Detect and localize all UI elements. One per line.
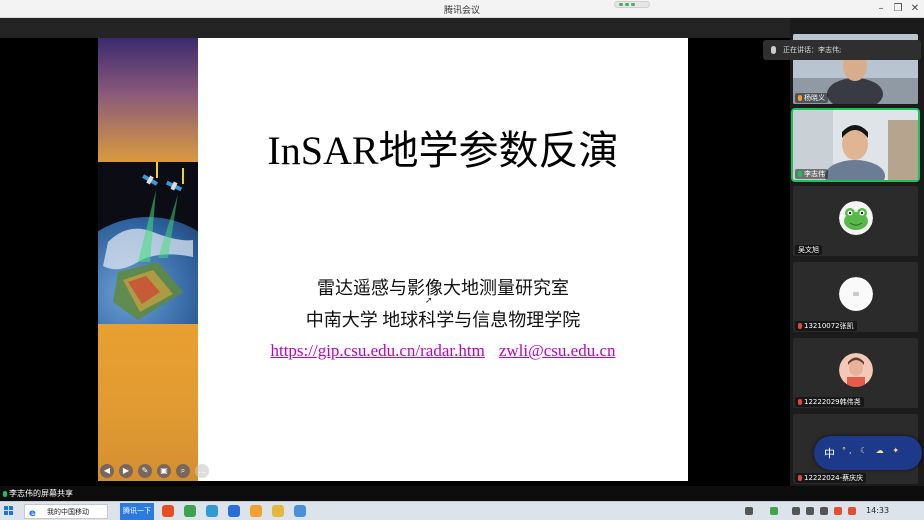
title-bar: 腾讯会议 – ❐ ✕ xyxy=(0,0,924,18)
tencent-meeting-icon[interactable] xyxy=(250,505,262,517)
prev-slide-button[interactable]: ◀ xyxy=(100,464,114,478)
satellite-earth-image xyxy=(98,162,198,407)
restore-button[interactable]: ❐ xyxy=(891,2,905,16)
slide-title: InSAR地学参数反演 xyxy=(267,128,619,173)
speaking-indicator: 正在讲话：李志伟; xyxy=(763,40,921,60)
network-indicator[interactable] xyxy=(614,1,650,8)
participant-panel: 杨晓义 李志伟 吴文旭 13210072张凯 12222029韩伟尧 12222… xyxy=(790,18,924,486)
speaking-text: 正在讲话：李志伟; xyxy=(783,46,842,54)
tray-icon[interactable] xyxy=(820,507,828,515)
folder-icon[interactable] xyxy=(272,505,284,517)
app-icon[interactable] xyxy=(206,505,218,517)
participant-name: 12222029韩伟尧 xyxy=(795,397,864,407)
browser-icon[interactable] xyxy=(184,505,196,517)
participant-name: 李志伟 xyxy=(795,169,828,179)
taskbar-ie-app[interactable]: e 我的中国移动 xyxy=(24,504,108,519)
share-status-bar: 李志伟的屏幕共享 xyxy=(0,486,924,501)
taskbar: e 我的中国移动 腾讯一下 14:33 xyxy=(0,501,924,520)
ime-toolbar[interactable]: 中 °, ☾ ☁ ✦ xyxy=(814,436,922,470)
tray-icon[interactable] xyxy=(806,507,814,515)
website-link[interactable]: https://gip.csu.edu.cn/radar.htm xyxy=(270,341,484,360)
participant-tile-speaking[interactable]: 李志伟 xyxy=(791,108,920,182)
tray-icon[interactable] xyxy=(848,507,856,515)
participant-name: 吴文旭 xyxy=(795,245,822,255)
slide-university: 中南大学 地球科学与信息物理学院 xyxy=(305,310,581,330)
slide-links: https://gip.csu.edu.cn/radar.htm zwli@csu… xyxy=(198,341,688,361)
app-window: 腾讯会议 – ❐ ✕ InSAR地学参数反演 雷达遥感与影像大地测量研究室 中南… xyxy=(0,0,924,520)
mouse-cursor-icon: ➚ xyxy=(425,296,433,306)
participant-name: 杨晓义 xyxy=(795,93,828,103)
ie-icon: e xyxy=(29,508,36,519)
frog-avatar-icon xyxy=(839,201,873,235)
slide-decoration xyxy=(98,38,198,481)
shared-slide: InSAR地学参数反演 雷达遥感与影像大地测量研究室 中南大学 地球科学与信息物… xyxy=(98,38,688,481)
tray-icon[interactable] xyxy=(792,507,800,515)
ime-symbols[interactable]: °, ☾ ☁ ✦ xyxy=(842,446,902,455)
ime-language-label[interactable]: 中 xyxy=(824,445,835,461)
photo-avatar-icon xyxy=(839,353,873,387)
pen-tool-button[interactable]: ✎ xyxy=(138,464,152,478)
tray-icon[interactable] xyxy=(770,507,778,515)
slides-grid-button[interactable]: ▣ xyxy=(157,464,171,478)
participant-name: 13210072张凯 xyxy=(795,321,857,331)
tray-icon[interactable] xyxy=(745,507,753,515)
chrome-icon[interactable] xyxy=(162,505,174,517)
mic-icon xyxy=(771,46,776,54)
participant-tile[interactable]: 吴文旭 xyxy=(793,186,918,256)
zoom-button[interactable]: ⌕ xyxy=(176,464,190,478)
email-link[interactable]: zwli@csu.edu.cn xyxy=(499,341,616,360)
more-options-button[interactable]: … xyxy=(195,464,209,478)
meeting-icon[interactable] xyxy=(228,505,240,517)
clock[interactable]: 14:33 xyxy=(866,506,889,515)
close-button[interactable]: ✕ xyxy=(908,2,922,16)
tray-icon[interactable] xyxy=(834,507,842,515)
participant-tile[interactable]: 13210072张凯 xyxy=(793,262,918,332)
taskbar-search[interactable]: 腾讯一下 xyxy=(120,503,154,520)
top-strip xyxy=(0,18,790,38)
minimize-button[interactable]: – xyxy=(874,2,888,16)
window-icon[interactable] xyxy=(294,505,306,517)
participant-tile[interactable]: 12222029韩伟尧 xyxy=(793,338,918,408)
window-title: 腾讯会议 xyxy=(443,6,480,16)
slide-controls: ◀ ▶ ✎ ▣ ⌕ … xyxy=(100,464,209,478)
windows-start-icon[interactable] xyxy=(4,506,14,516)
participant-name: 12222024-蔡庆庆 xyxy=(795,473,867,483)
next-slide-button[interactable]: ▶ xyxy=(119,464,133,478)
default-avatar-icon xyxy=(839,277,873,311)
slide-lab-name: 雷达遥感与影像大地测量研究室 xyxy=(317,278,569,298)
share-status[interactable]: 李志伟的屏幕共享 xyxy=(3,488,73,499)
